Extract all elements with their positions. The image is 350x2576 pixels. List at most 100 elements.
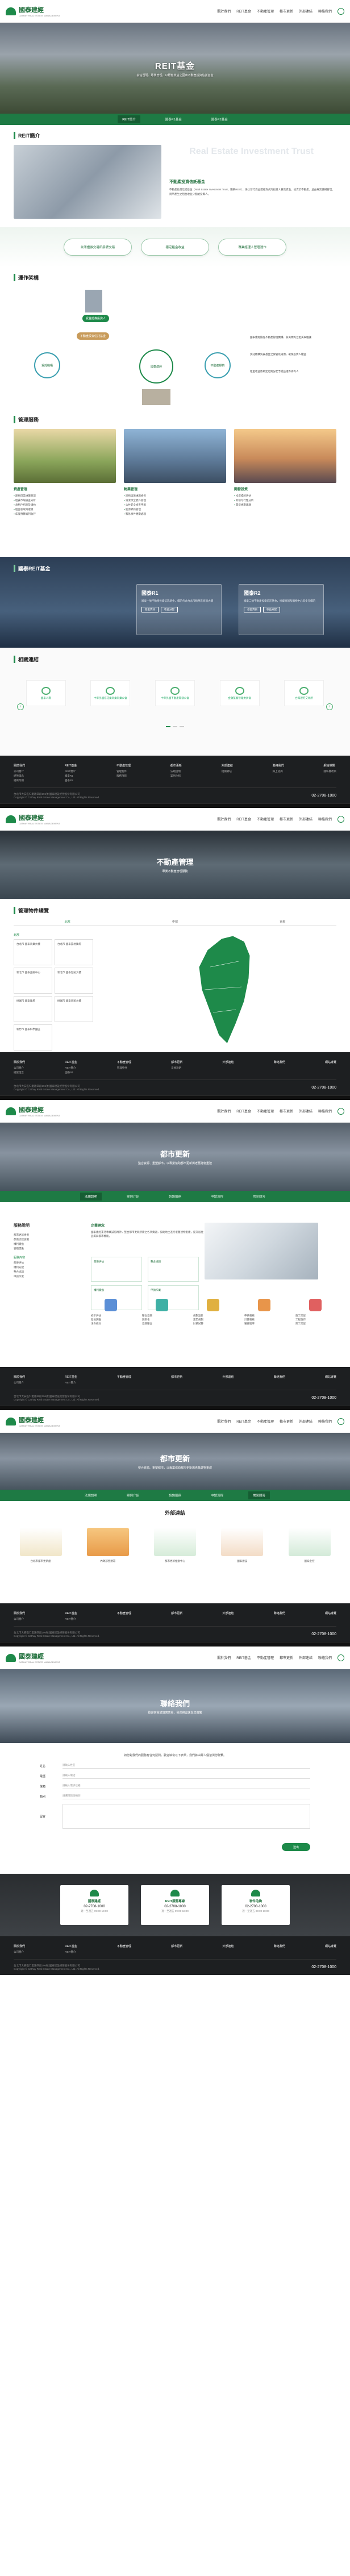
nav-item[interactable]: REIT基金 <box>236 1655 251 1660</box>
footer-link[interactable]: 公司簡介 <box>14 1950 25 1954</box>
link-logo[interactable]: 台灣證券交易所 <box>284 680 324 706</box>
chevron-right-icon[interactable]: › <box>326 703 333 710</box>
footer-heading[interactable]: 都市更新 <box>170 764 182 768</box>
footer-heading[interactable]: 都市更新 <box>171 1944 182 1949</box>
ext-link[interactable]: 內政部營建署 <box>81 1528 135 1579</box>
carousel-dot[interactable] <box>166 726 170 727</box>
service-box[interactable]: 整合協調 <box>148 1257 199 1282</box>
footer-link[interactable]: 服務項目 <box>116 774 131 778</box>
footer-heading[interactable]: REIT基金 <box>65 1060 77 1065</box>
service-card[interactable]: 開發投資投資標的評估財務可行性分析開發規劃建議 <box>234 429 336 516</box>
nav-item[interactable]: 聯絡我們 <box>318 1108 332 1114</box>
footer-heading[interactable]: 外部連結 <box>222 1944 234 1949</box>
footer-phone[interactable]: 02-2708-1000 <box>311 1396 336 1400</box>
side-item[interactable]: 權利變換 <box>14 1242 76 1247</box>
property-box[interactable]: 桃園市 國泰廣場 <box>14 996 52 1022</box>
property-box[interactable]: 新北市 國泰金融中心 <box>14 968 52 994</box>
footer-link[interactable]: 法規說明 <box>170 769 182 774</box>
side-item[interactable]: 整合協調 <box>14 1270 76 1274</box>
nav-item[interactable]: 不動產管理 <box>257 1108 274 1114</box>
footer-heading[interactable]: 都市更新 <box>171 1375 182 1379</box>
footer-heading[interactable]: 不動產管理 <box>117 1611 131 1616</box>
carousel-dot[interactable] <box>180 726 184 727</box>
logo[interactable]: 國泰建經 CATHAY REAL ESTATE MANAGEMENT <box>6 1652 60 1664</box>
tab-central[interactable]: 中部 <box>172 920 178 924</box>
submit-button[interactable]: 送出 <box>282 1843 310 1851</box>
logo[interactable]: 國泰建經 CATHAY REAL ESTATE MANAGEMENT <box>6 1415 60 1427</box>
nav-item[interactable]: REIT基金 <box>236 1108 251 1114</box>
property-box[interactable]: 新竹市 國泰科學園區 <box>14 1024 52 1051</box>
footer-link[interactable]: 經營理念 <box>14 774 25 778</box>
footer-phone[interactable]: 02-2708-1000 <box>311 794 336 798</box>
footer-heading[interactable]: 聯絡我們 <box>274 1611 285 1616</box>
footer-heading[interactable]: REIT基金 <box>65 764 77 768</box>
nav-item[interactable]: 外部連結 <box>299 1419 312 1424</box>
footer-link[interactable]: 國泰R1 <box>65 1070 77 1075</box>
footer-link[interactable]: 線上諮詢 <box>273 769 284 774</box>
tab-consult[interactable]: 諮詢服務 <box>164 1193 186 1201</box>
footer-link[interactable]: 法規說明 <box>171 1066 182 1070</box>
ext-link[interactable]: 都市更新推動中心 <box>148 1528 202 1579</box>
side-item[interactable]: 申請作業 <box>14 1274 76 1279</box>
property-box[interactable]: 桃園市 國泰商辦大樓 <box>55 996 93 1022</box>
nav-item[interactable]: 都市更新 <box>280 1419 293 1424</box>
tab-legal[interactable]: 法規說明 <box>80 1491 102 1499</box>
footer-heading[interactable]: 關於我們 <box>14 1944 25 1949</box>
ext-link[interactable]: 國泰金控 <box>282 1528 336 1579</box>
tab-legal[interactable]: 法規說明 <box>80 1193 102 1201</box>
ext-link[interactable]: 國泰建設 <box>215 1528 269 1579</box>
footer-link[interactable]: 公司簡介 <box>14 1381 25 1385</box>
footer-link[interactable]: 經營理念 <box>14 1070 25 1075</box>
footer-heading[interactable]: 都市更新 <box>171 1060 182 1065</box>
footer-phone[interactable]: 02-2708-1000 <box>311 1632 336 1636</box>
logo[interactable]: 國泰建經 CATHAY REAL ESTATE MANAGEMENT <box>6 5 60 17</box>
service-card[interactable]: 物業管理建物設施維護檢修清潔保全委外管理公共安全檢查申報能源節約管理緊急事件應變… <box>124 429 226 516</box>
nav-item[interactable]: 聯絡我們 <box>318 9 332 14</box>
nav-item[interactable]: REIT基金 <box>236 1419 251 1424</box>
footer-link[interactable]: 國泰R2 <box>65 778 77 783</box>
footer-heading[interactable]: 不動產管理 <box>117 1060 131 1065</box>
footer-heading[interactable]: 網站導覽 <box>325 1375 336 1379</box>
footer-heading[interactable]: 聯絡我們 <box>273 764 284 768</box>
footer-heading[interactable]: 不動產管理 <box>117 1944 131 1949</box>
search-icon[interactable] <box>338 1654 344 1661</box>
footer-heading[interactable]: 外部連結 <box>222 1611 234 1616</box>
service-card[interactable]: 資產管理建物日常維護管理租賃市場調查分析承租戶招商及議約租金收取與催繳年度預算編… <box>14 429 116 516</box>
nav-item[interactable]: 都市更新 <box>280 1655 293 1660</box>
footer-link[interactable]: 相關網站 <box>222 769 233 774</box>
fund-card-r1[interactable]: 國泰R1 國泰一號不動產投資信託基金，標的包含台北市精華區商辦大樓 基金資訊 收益分配 <box>136 584 222 635</box>
tab-faq[interactable]: 常見問答 <box>248 1193 270 1201</box>
ext-link[interactable]: 台北市都市更新處 <box>14 1528 68 1579</box>
logo[interactable]: 國泰建經 CATHAY REAL ESTATE MANAGEMENT <box>6 1105 60 1117</box>
footer-link[interactable]: 公司簡介 <box>14 1617 25 1622</box>
link-logo[interactable]: 金融監督管理委員會 <box>219 680 260 706</box>
footer-link[interactable]: REIT簡介 <box>65 1066 77 1070</box>
message-textarea[interactable] <box>63 1804 310 1829</box>
footer-link[interactable]: REIT簡介 <box>65 1617 77 1622</box>
nav-item[interactable]: 聯絡我們 <box>318 1655 332 1660</box>
nav-item[interactable]: 不動產管理 <box>257 1655 274 1660</box>
footer-heading[interactable]: 網站導覽 <box>325 1944 336 1949</box>
fund-info-button[interactable]: 基金資訊 <box>141 607 159 612</box>
email-input[interactable]: 請輸入電子信箱 <box>63 1783 310 1789</box>
nav-item[interactable]: 關於我們 <box>217 1108 231 1114</box>
nav-item[interactable]: 都市更新 <box>280 816 293 822</box>
tab-process[interactable]: 申請流程 <box>206 1491 228 1499</box>
footer-heading[interactable]: 關於我們 <box>14 1375 25 1379</box>
footer-link[interactable]: 管理物件 <box>117 1066 131 1070</box>
tab-faq[interactable]: 常見問答 <box>248 1491 270 1499</box>
footer-heading[interactable]: 外部連結 <box>222 1060 234 1065</box>
footer-heading[interactable]: 網站導覽 <box>325 1611 336 1616</box>
carousel-dot[interactable] <box>173 726 177 727</box>
fund-info-button[interactable]: 基金資訊 <box>244 607 261 612</box>
footer-heading[interactable]: REIT基金 <box>65 1375 77 1379</box>
footer-link[interactable]: 公司簡介 <box>14 1066 25 1070</box>
footer-heading[interactable]: 外部連結 <box>222 764 233 768</box>
footer-link[interactable]: 案例介紹 <box>170 774 182 778</box>
footer-heading[interactable]: 網站導覽 <box>325 1060 336 1065</box>
category-select[interactable]: 請選擇諮詢類別 <box>63 1794 310 1799</box>
side-item[interactable]: 權利分配 <box>14 1265 76 1270</box>
side-item[interactable]: 都更流程說明 <box>14 1237 76 1242</box>
chevron-left-icon[interactable]: ‹ <box>17 703 24 710</box>
fund-card-r2[interactable]: 國泰R2 國泰二號不動產投資信託基金，投資商辦及購物中心等多元標的 基金資訊 收益分配 <box>239 584 324 635</box>
